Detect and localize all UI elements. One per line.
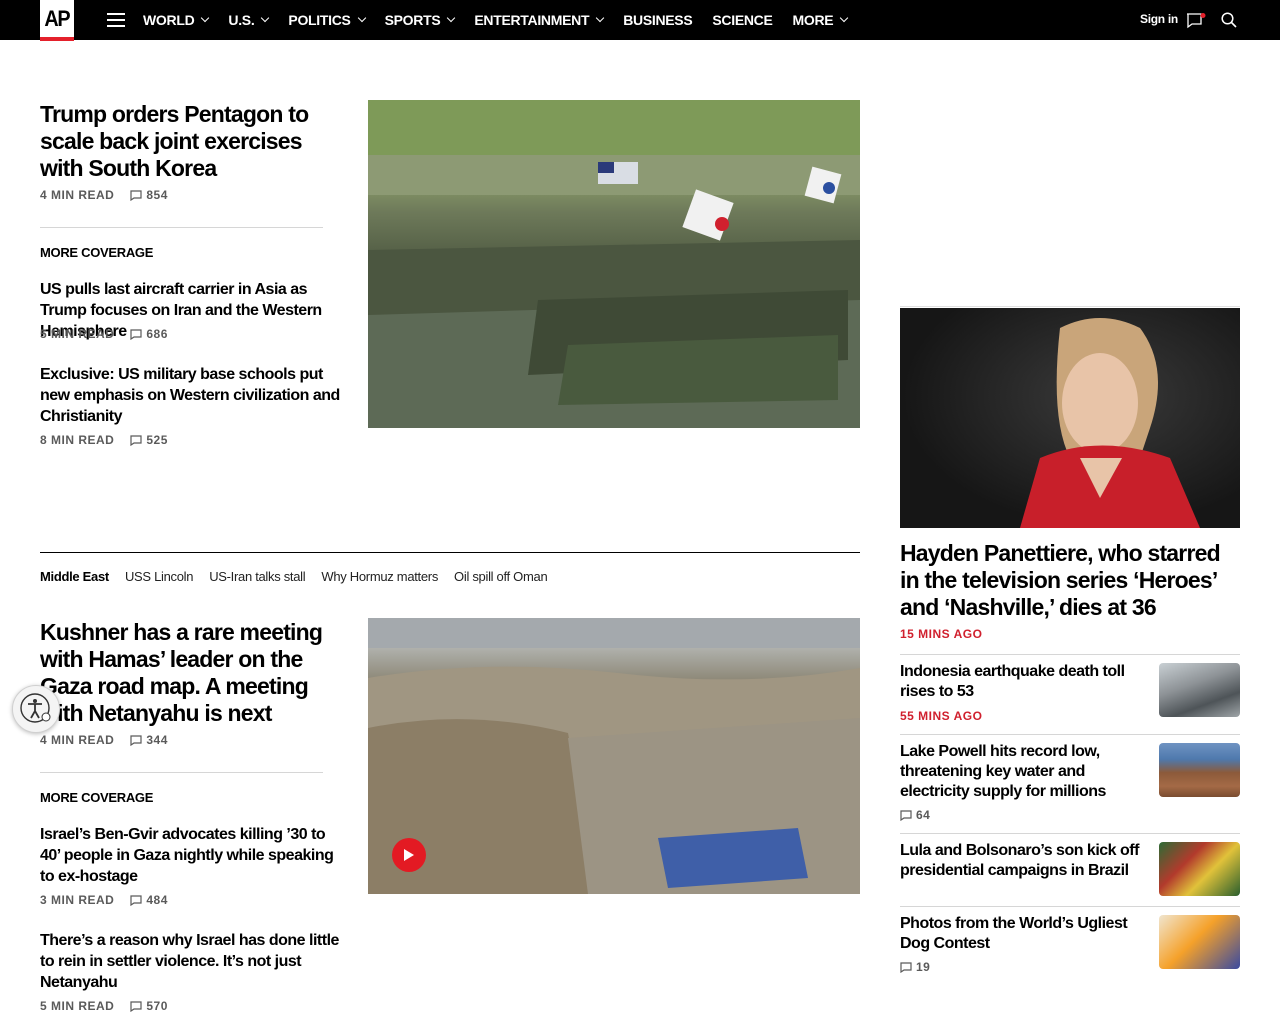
comment-count[interactable]: 525: [130, 433, 168, 447]
timestamp: 15 MINS AGO: [900, 627, 983, 641]
comment-count[interactable]: 686: [130, 327, 168, 341]
topic-us-iran-talks[interactable]: US-Iran talks stall: [209, 569, 305, 584]
nav-politics[interactable]: POLITICS: [288, 12, 366, 28]
comment-count[interactable]: 570: [130, 999, 168, 1013]
comment-icon: [130, 434, 142, 446]
divider: [40, 227, 323, 228]
nav-science[interactable]: SCIENCE: [712, 12, 772, 28]
comment-count[interactable]: 854: [130, 188, 168, 202]
divider: [40, 772, 323, 773]
search-icon[interactable]: [1221, 12, 1237, 28]
chevron-down-icon: [595, 13, 605, 23]
timestamp: 55 MINS AGO: [900, 709, 983, 723]
lead-meta: 4 MIN READ 854: [40, 188, 168, 202]
thumbnail-image[interactable]: [1159, 663, 1240, 717]
related-headline[interactable]: There’s a reason why Israel has done lit…: [40, 930, 340, 993]
sidebar-headline[interactable]: Lula and Bolsonaro’s son kick off presid…: [900, 841, 1150, 881]
lead-image[interactable]: [368, 100, 860, 428]
divider: [900, 654, 1240, 655]
comment-icon: [900, 809, 912, 821]
comment-count[interactable]: 64: [900, 808, 930, 822]
thumbnail-image[interactable]: [1159, 743, 1240, 797]
second-image[interactable]: [368, 618, 860, 894]
nav-sports[interactable]: SPORTS: [385, 12, 456, 28]
feature-headline[interactable]: Hayden Panettiere, who starred in the te…: [900, 540, 1240, 621]
more-coverage-label: MORE COVERAGE: [40, 790, 154, 805]
divider: [900, 734, 1240, 735]
play-video-button[interactable]: [392, 838, 426, 872]
sign-in-link[interactable]: Sign in: [1140, 12, 1178, 26]
comment-count[interactable]: 19: [900, 960, 930, 974]
comment-icon: [130, 894, 142, 906]
accessibility-icon: [20, 693, 51, 723]
chevron-down-icon: [840, 13, 849, 23]
chevron-down-icon: [357, 13, 366, 23]
related-headline[interactable]: Exclusive: US military base schools put …: [40, 364, 340, 427]
related-headline[interactable]: Israel’s Ben-Gvir advocates killing ’30 …: [40, 824, 340, 887]
topic-middle-east[interactable]: Middle East: [40, 569, 109, 584]
thumbnail-image[interactable]: [1159, 915, 1240, 969]
accessibility-button[interactable]: [12, 685, 60, 733]
sidebar-headline[interactable]: Lake Powell hits record low, threatening…: [900, 742, 1150, 802]
thumbnail-image[interactable]: [1159, 842, 1240, 896]
comment-icon: [130, 1000, 142, 1012]
more-coverage-label: MORE COVERAGE: [40, 245, 154, 260]
comment-count[interactable]: 484: [130, 893, 168, 907]
divider: [900, 906, 1240, 907]
chevron-down-icon: [201, 13, 210, 23]
comment-icon: [130, 734, 142, 746]
topic-tabs: Middle East USS Lincoln US-Iran talks st…: [40, 569, 563, 584]
nav-world[interactable]: WORLD: [143, 12, 210, 28]
play-icon: [404, 849, 414, 861]
nav-business[interactable]: BUSINESS: [623, 12, 692, 28]
divider: [900, 833, 1240, 834]
sidebar-headline[interactable]: Photos from the World’s Ugliest Dog Cont…: [900, 914, 1150, 954]
sidebar-headline[interactable]: Indonesia earthquake death toll rises to…: [900, 662, 1150, 702]
section-rule: [40, 552, 860, 553]
related-meta: 5 MIN READ 570: [40, 999, 168, 1013]
ap-logo[interactable]: AP: [40, 0, 74, 41]
related-meta: 5 MIN READ 686: [40, 327, 168, 341]
nav-us[interactable]: U.S.: [228, 12, 270, 28]
lead-headline[interactable]: Trump orders Pentagon to scale back join…: [40, 101, 345, 182]
top-navigation-bar: AP WORLD U.S. POLITICS SPORTS ENTERTAINM…: [0, 0, 1280, 41]
chevron-down-icon: [447, 13, 456, 23]
second-meta: 4 MIN READ 344: [40, 733, 168, 747]
chevron-down-icon: [261, 13, 270, 23]
related-meta: 3 MIN READ 484: [40, 893, 168, 907]
main-nav: WORLD U.S. POLITICS SPORTS ENTERTAINMENT…: [143, 0, 867, 40]
divider: [900, 306, 1240, 307]
comment-icon: [130, 328, 142, 340]
comment-icon: [900, 961, 912, 973]
topic-uss-lincoln[interactable]: USS Lincoln: [125, 569, 194, 584]
notification-icon[interactable]: [1186, 13, 1206, 29]
comment-icon: [130, 189, 142, 201]
topic-oil-spill[interactable]: Oil spill off Oman: [454, 569, 548, 584]
topic-hormuz[interactable]: Why Hormuz matters: [321, 569, 438, 584]
nav-entertainment[interactable]: ENTERTAINMENT: [474, 12, 605, 28]
menu-icon[interactable]: [107, 13, 125, 27]
comment-count[interactable]: 344: [130, 733, 168, 747]
second-headline[interactable]: Kushner has a rare meeting with Hamas’ l…: [40, 619, 345, 727]
related-meta: 8 MIN READ 525: [40, 433, 168, 447]
feature-image[interactable]: [900, 308, 1240, 528]
nav-more[interactable]: MORE: [793, 12, 849, 28]
